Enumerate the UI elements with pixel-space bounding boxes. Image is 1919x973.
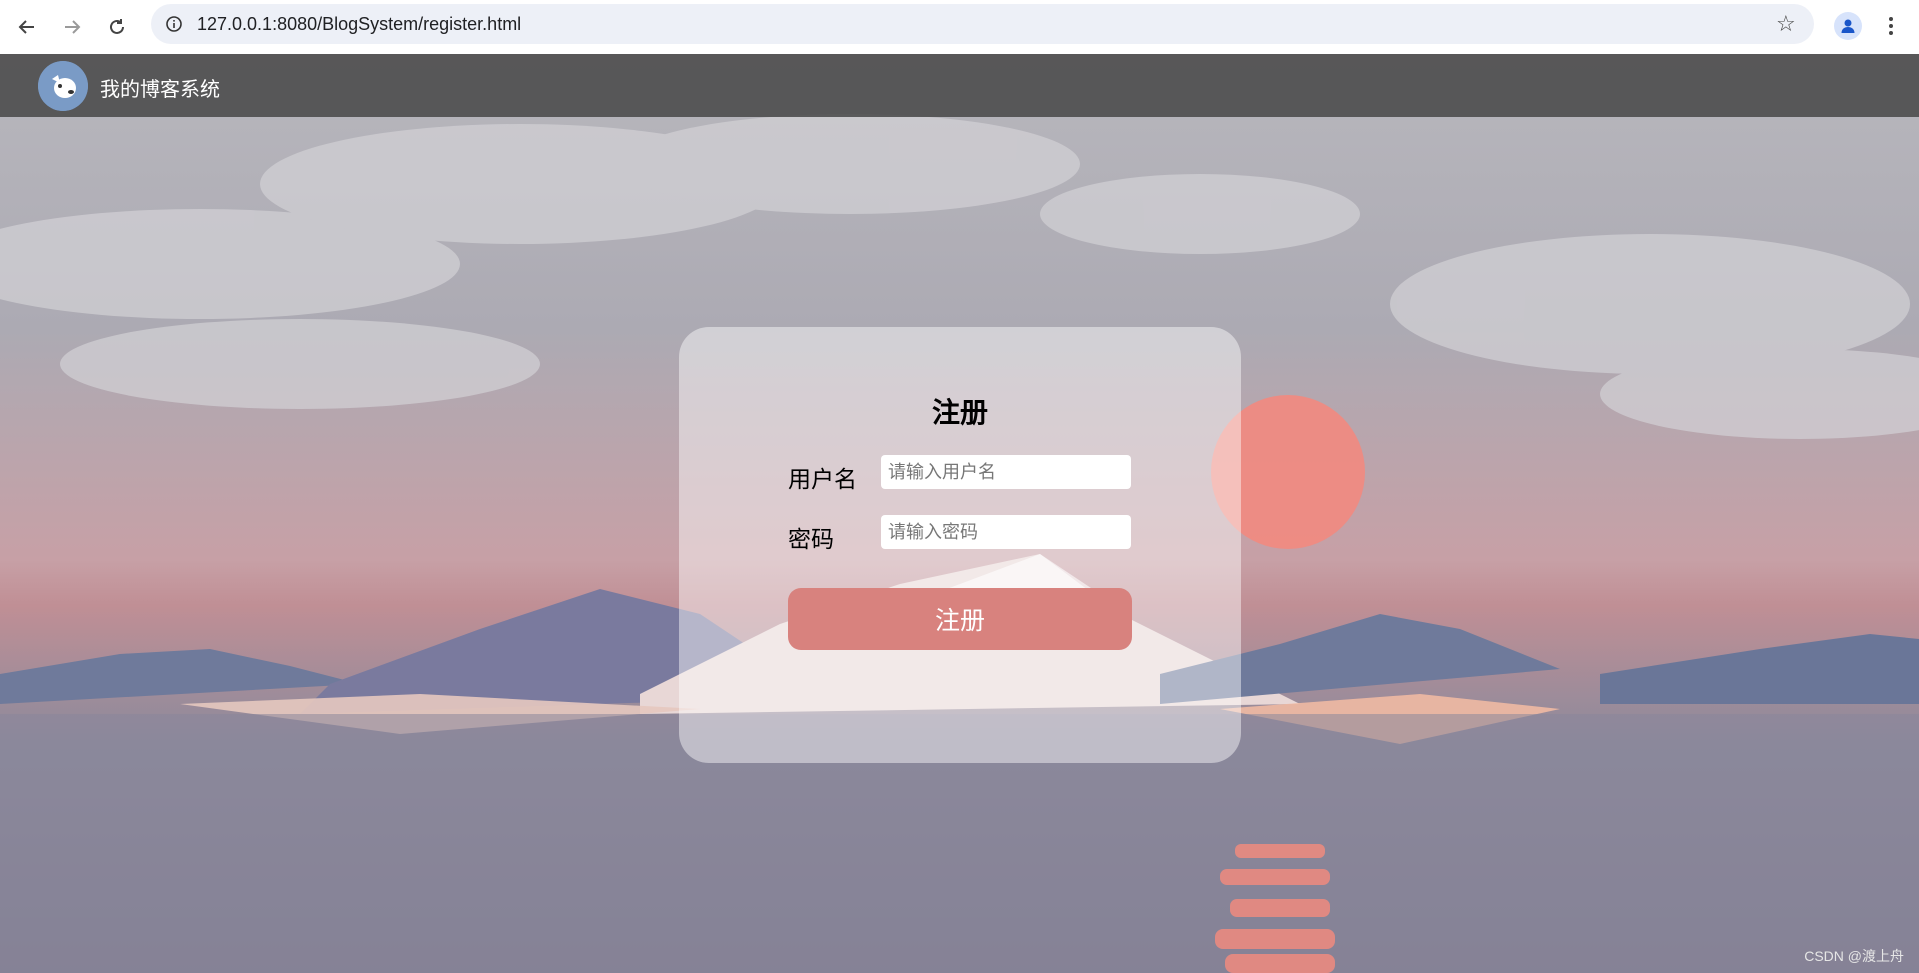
page-body: 我的博客系统 注册 用户名 密码 注册 CSDN @渡上舟: [0, 54, 1919, 973]
password-label: 密码: [788, 526, 834, 552]
register-button[interactable]: 注册: [788, 588, 1132, 650]
reload-icon: [110, 19, 124, 34]
back-button[interactable]: [12, 12, 42, 42]
watermark: CSDN @渡上舟: [1804, 948, 1904, 964]
forward-arrow-icon: [65, 20, 81, 34]
site-info-icon[interactable]: [165, 15, 183, 33]
profile-avatar-icon[interactable]: [1834, 12, 1862, 40]
url-text[interactable]: 127.0.0.1:8080/BlogSystem/register.html: [197, 14, 521, 35]
bookmark-star-icon[interactable]: ☆: [1776, 13, 1798, 35]
reload-button[interactable]: [102, 12, 132, 42]
username-label: 用户名: [788, 466, 857, 492]
password-input[interactable]: [881, 515, 1131, 549]
username-input[interactable]: [881, 455, 1131, 489]
browser-toolbar: 127.0.0.1:8080/BlogSystem/register.html …: [0, 0, 1919, 54]
forward-button[interactable]: [57, 12, 87, 42]
register-title: 注册: [931, 397, 988, 428]
top-navbar: 我的博客系统: [0, 54, 1919, 117]
back-arrow-icon: [18, 20, 34, 34]
site-title[interactable]: 我的博客系统: [100, 73, 220, 102]
address-bar[interactable]: 127.0.0.1:8080/BlogSystem/register.html …: [151, 4, 1814, 44]
register-card: 注册 用户名 密码 注册: [679, 327, 1241, 763]
site-logo[interactable]: [38, 61, 88, 111]
browser-menu-icon[interactable]: [1883, 12, 1899, 40]
